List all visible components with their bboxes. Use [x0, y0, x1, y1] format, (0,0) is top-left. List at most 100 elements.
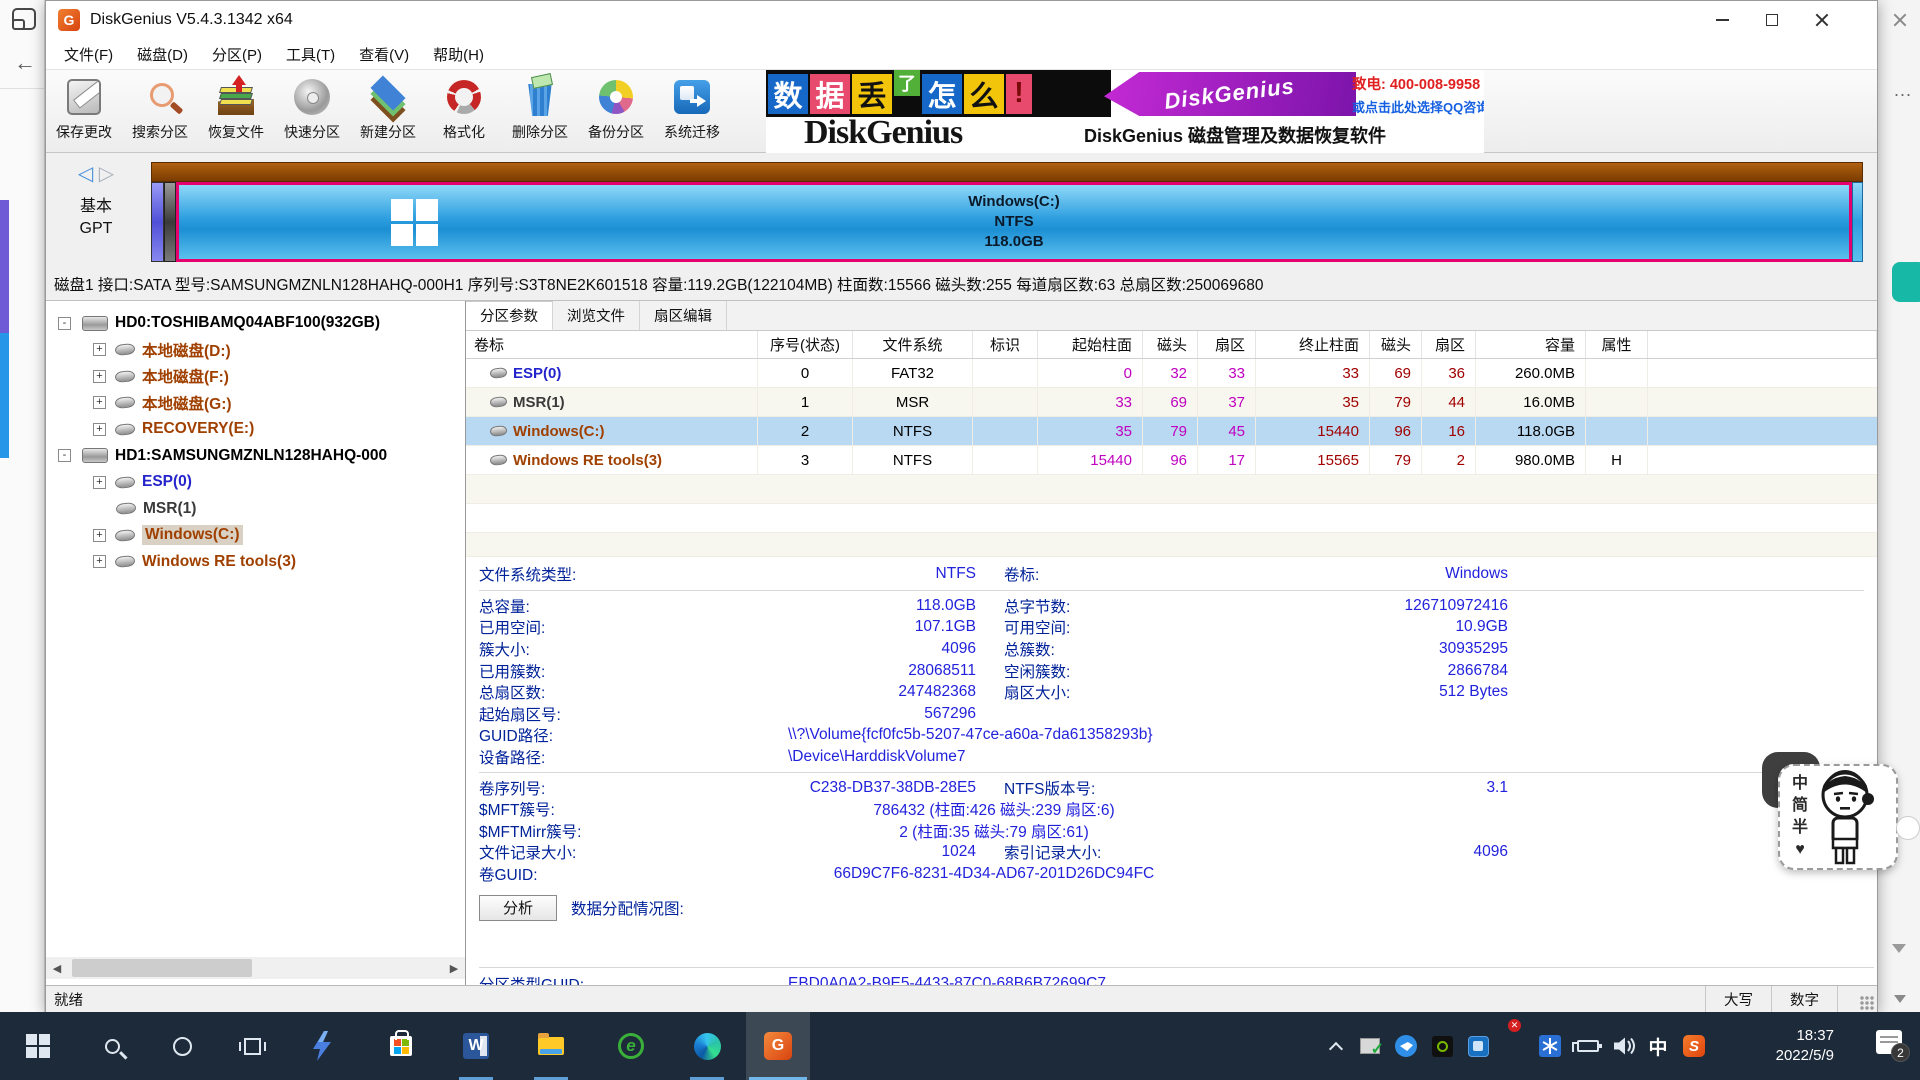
teal-sidebar-tab[interactable]: [1892, 262, 1920, 302]
expander-icon[interactable]: +: [93, 555, 106, 568]
tray-expand-button[interactable]: [1318, 1012, 1354, 1080]
cortana-button[interactable]: [158, 1012, 206, 1080]
tray-intel[interactable]: [1460, 1012, 1496, 1080]
diskgenius-taskbar-active[interactable]: G: [746, 1012, 810, 1080]
table-row-msr[interactable]: MSR(1) 1 MSR 33 69 37 35 79 44 16.0MB: [466, 388, 1877, 417]
new-partition-button[interactable]: 新建分区: [350, 70, 426, 152]
scroll-left-icon[interactable]: ◀: [46, 957, 68, 979]
restore-window-icon[interactable]: [12, 8, 36, 30]
action-center-button[interactable]: 2: [1876, 1030, 1902, 1054]
widget-side-button[interactable]: [1896, 816, 1920, 840]
tree-item-windows-c[interactable]: +Windows(C:): [46, 522, 465, 549]
tray-dingtalk[interactable]: [1388, 1012, 1424, 1080]
header-start-cylinder[interactable]: 起始柱面: [1038, 331, 1143, 358]
menu-file[interactable]: 文件(F): [52, 40, 125, 69]
tab-sector-edit[interactable]: 扇区编辑: [640, 301, 727, 330]
search-partition-button[interactable]: 搜索分区: [122, 70, 198, 152]
tree-item-hd0[interactable]: -HD0:TOSHIBAMQ04ABF100(932GB): [46, 310, 465, 337]
save-changes-button[interactable]: 保存更改: [46, 70, 122, 152]
quick-partition-button[interactable]: 快速分区: [274, 70, 350, 152]
scroll-down-icon[interactable]: [1892, 944, 1906, 953]
tree-item-local-d[interactable]: +本地磁盘(D:): [46, 337, 465, 364]
table-row-esp[interactable]: ESP(0) 0 FAT32 0 32 33 33 69 36 260.0MB: [466, 359, 1877, 388]
next-disk-icon[interactable]: ▷: [99, 163, 114, 185]
ime-floating-widget[interactable]: 中 简 半 ♥: [1778, 764, 1898, 870]
menu-tools[interactable]: 工具(T): [274, 40, 347, 69]
header-start-sector[interactable]: 扇区: [1198, 331, 1256, 358]
menu-disk[interactable]: 磁盘(D): [125, 40, 200, 69]
partition-msr-slice[interactable]: [164, 182, 176, 262]
header-end-cylinder[interactable]: 终止柱面: [1256, 331, 1370, 358]
menu-view[interactable]: 查看(V): [347, 40, 421, 69]
table-row-windows-re-tools[interactable]: Windows RE tools(3) 3 NTFS 15440 96 17 1…: [466, 446, 1877, 475]
start-button[interactable]: [14, 1012, 62, 1080]
tray-ime[interactable]: 中: [1640, 1012, 1676, 1080]
header-attribute[interactable]: 属性: [1586, 331, 1648, 358]
tray-snowflake-app[interactable]: [1532, 1012, 1568, 1080]
tree-item-hd1[interactable]: -HD1:SAMSUNGMZNLN128HAHQ-000: [46, 443, 465, 470]
tray-power[interactable]: [1570, 1012, 1606, 1080]
header-end-head[interactable]: 磁头: [1370, 331, 1422, 358]
recover-files-button[interactable]: 恢复文件: [198, 70, 274, 152]
minimize-button[interactable]: [1697, 1, 1747, 39]
ad-banner[interactable]: 数 据 丢 了 怎 么 ! DiskGenius 致电: 400-008-995…: [766, 70, 1484, 153]
ad-qq-link[interactable]: 或点击此处选择QQ咨询: [1352, 97, 1480, 116]
tree-item-esp[interactable]: +ESP(0): [46, 469, 465, 496]
tray-nvidia[interactable]: [1424, 1012, 1460, 1080]
tree-item-local-f[interactable]: +本地磁盘(F:): [46, 363, 465, 390]
close-button[interactable]: [1797, 1, 1847, 39]
microsoft-store-button[interactable]: [377, 1012, 425, 1080]
header-capacity[interactable]: 容量: [1476, 331, 1586, 358]
task-view-button[interactable]: [228, 1012, 276, 1080]
taskbar-search-button[interactable]: [88, 1012, 136, 1080]
header-filesystem[interactable]: 文件系统: [853, 331, 973, 358]
menu-help[interactable]: 帮助(H): [421, 40, 496, 69]
header-flag[interactable]: 标识: [973, 331, 1038, 358]
menu-partition[interactable]: 分区(P): [200, 40, 274, 69]
tray-update-app[interactable]: ✓: [1352, 1012, 1388, 1080]
word-button[interactable]: W: [452, 1012, 500, 1080]
tab-partition-parameters[interactable]: 分区参数: [466, 301, 553, 330]
tree-item-msr[interactable]: MSR(1): [46, 496, 465, 523]
backup-partition-button[interactable]: 备份分区: [578, 70, 654, 152]
scroll-right-icon[interactable]: ▶: [443, 957, 465, 979]
partition-windows-c-selected[interactable]: Windows(C:) NTFS 118.0GB: [176, 182, 1852, 262]
expander-icon[interactable]: +: [93, 396, 106, 409]
scrollbar-thumb[interactable]: [72, 959, 252, 977]
partition-esp-slice[interactable]: [151, 182, 164, 262]
tray-defender[interactable]: ✕: [1496, 1012, 1532, 1080]
edge-button[interactable]: [683, 1012, 731, 1080]
analyze-button[interactable]: 分析: [479, 895, 557, 921]
disk-strip[interactable]: [151, 162, 1863, 182]
resize-grip[interactable]: [1837, 986, 1877, 1013]
expander-icon[interactable]: -: [58, 317, 71, 330]
prev-disk-icon[interactable]: ◁: [78, 163, 93, 185]
expander-icon[interactable]: -: [58, 449, 71, 462]
collapse-icon[interactable]: [1894, 995, 1906, 1003]
header-volume-label[interactable]: 卷标: [466, 331, 758, 358]
table-row-windows-c-selected[interactable]: Windows(C:) 2 NTFS 35 79 45 15440 96 16 …: [466, 417, 1877, 446]
delete-partition-button[interactable]: 删除分区: [502, 70, 578, 152]
more-options-icon[interactable]: ...: [1894, 80, 1912, 101]
tray-sogou[interactable]: S: [1676, 1012, 1712, 1080]
tray-volume[interactable]: [1606, 1012, 1642, 1080]
expander-icon[interactable]: +: [93, 370, 106, 383]
tree-horizontal-scrollbar[interactable]: ◀ ▶: [46, 957, 465, 979]
expander-icon[interactable]: +: [93, 423, 106, 436]
pinned-app-button[interactable]: [298, 1012, 346, 1080]
tree-item-windows-re-tools[interactable]: +Windows RE tools(3): [46, 549, 465, 576]
header-end-sector[interactable]: 扇区: [1422, 331, 1476, 358]
tree-item-local-g[interactable]: +本地磁盘(G:): [46, 390, 465, 417]
expander-icon[interactable]: +: [93, 476, 106, 489]
format-button[interactable]: 格式化: [426, 70, 502, 152]
back-arrow-icon[interactable]: ←: [14, 50, 36, 76]
taskbar-clock[interactable]: 18:37 2022/5/9: [1776, 1012, 1834, 1080]
partition-re-tools-slice[interactable]: [1852, 182, 1863, 262]
tab-browse-files[interactable]: 浏览文件: [553, 301, 640, 330]
header-index-status[interactable]: 序号(状态): [758, 331, 853, 358]
background-close-icon[interactable]: [1892, 12, 1908, 28]
system-migration-button[interactable]: 系统迁移: [654, 70, 730, 152]
header-start-head[interactable]: 磁头: [1143, 331, 1198, 358]
tree-item-recovery-e[interactable]: +RECOVERY(E:): [46, 416, 465, 443]
internet-explorer-button[interactable]: e: [607, 1012, 655, 1080]
